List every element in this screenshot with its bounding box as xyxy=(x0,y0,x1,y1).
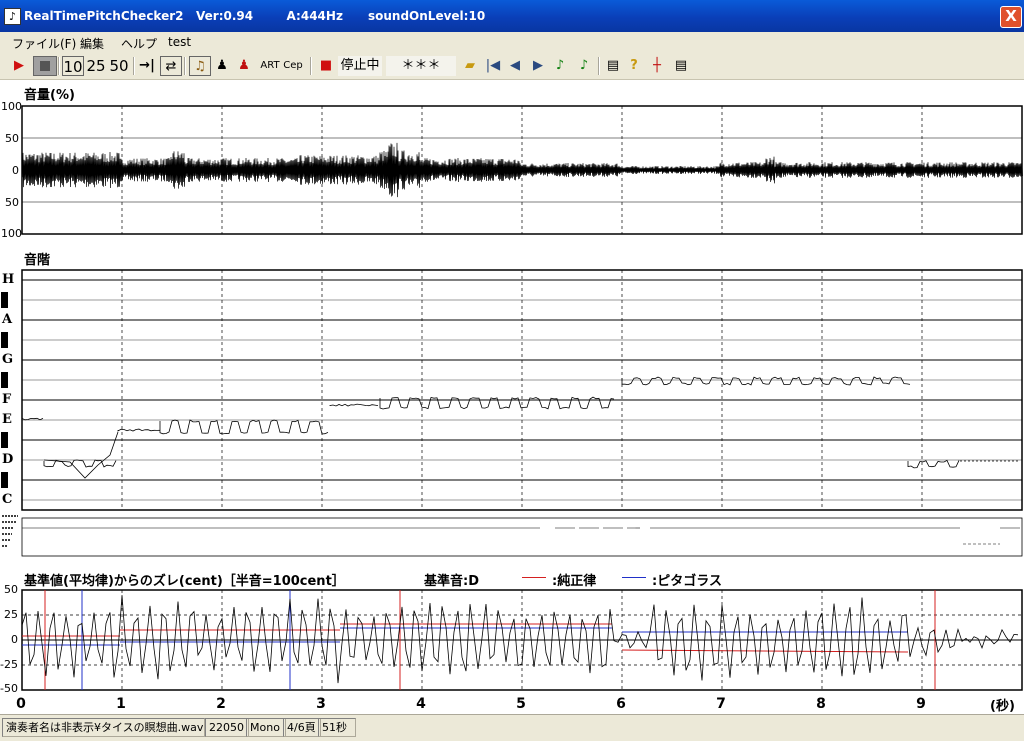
deviation-y-label: 0 xyxy=(11,633,18,646)
time-tick-label: 0 xyxy=(16,696,26,712)
scale-title: 音階 xyxy=(24,253,51,268)
next-page-icon[interactable]: ▶ xyxy=(530,56,546,76)
status-duration: 51秒 xyxy=(318,718,356,737)
just-legend-label: :純正律 xyxy=(552,574,597,589)
note-label: D xyxy=(2,452,14,467)
time-tick-label: 9 xyxy=(916,696,926,712)
status-rate: 22050 xyxy=(205,718,249,737)
menu-test[interactable]: test xyxy=(168,35,191,49)
note-green-icon[interactable]: ♪ xyxy=(552,56,568,76)
stop-button[interactable] xyxy=(33,56,57,76)
status-page: 4/6頁 xyxy=(283,718,321,737)
help-icon[interactable]: ? xyxy=(626,56,642,76)
note-marker xyxy=(1,472,8,488)
deviation-y-label: -25 xyxy=(0,658,18,671)
art-button[interactable]: ART xyxy=(259,56,281,76)
just-legend-swatch xyxy=(522,577,546,578)
time-tick-label: 4 xyxy=(416,696,426,712)
interval-25-button[interactable]: 25 xyxy=(86,56,106,76)
close-button[interactable]: X xyxy=(1000,6,1022,28)
deviation-y-label: 25 xyxy=(4,608,18,621)
time-tick-label: 5 xyxy=(516,696,526,712)
note-outline-icon[interactable]: ♪ xyxy=(576,56,592,76)
volume-y-label: 100 xyxy=(1,100,22,113)
note-label: E xyxy=(2,412,12,427)
deviation-y-label: -50 xyxy=(0,682,18,695)
time-tick-label: 2 xyxy=(216,696,226,712)
menu-edit[interactable]: 編集 xyxy=(80,35,104,52)
stop-icon xyxy=(40,61,50,71)
loop-icon[interactable]: ⇄ xyxy=(160,56,182,76)
interval-50-button[interactable]: 50 xyxy=(109,56,129,76)
note-marker xyxy=(1,332,8,348)
menu-bar: ファイル(F) 編集 ヘルプ test xyxy=(0,32,1024,52)
window-title: RealTimePitchChecker2 Ver:0.94 A:444Hz s… xyxy=(24,9,486,23)
person-black-icon[interactable]: ♟ xyxy=(214,56,230,76)
prev-page-icon[interactable]: ◀ xyxy=(507,56,523,76)
time-tick-label: 6 xyxy=(616,696,626,712)
status-display: 停止中 xyxy=(338,56,382,76)
app-icon[interactable]: ♪ xyxy=(4,8,21,25)
first-page-icon[interactable]: |◀ xyxy=(485,56,501,76)
volume-y-label: 100 xyxy=(1,227,22,240)
note-marker xyxy=(1,292,8,308)
violin-icon[interactable]: ♫ xyxy=(189,56,211,76)
base-note-label: 基準音:D xyxy=(424,574,479,589)
status-channels: Mono xyxy=(246,718,286,737)
menu-help[interactable]: ヘルプ xyxy=(121,35,157,52)
pythagorean-legend-swatch xyxy=(622,577,646,578)
note-display: ＊＊＊ xyxy=(386,56,456,76)
printer-icon[interactable]: ▤ xyxy=(604,56,622,76)
volume-y-label: 0 xyxy=(12,164,19,177)
title-bar: ♪ RealTimePitchChecker2 Ver:0.94 A:444Hz… xyxy=(0,0,1024,32)
volume-y-label: 50 xyxy=(5,132,19,145)
time-tick-label: 3 xyxy=(316,696,326,712)
skip-to-end-icon[interactable]: →| xyxy=(138,56,156,76)
note-label: A xyxy=(2,312,13,327)
volume-title: 音量(%) xyxy=(24,88,75,103)
note-label: F xyxy=(2,392,12,407)
note-marker xyxy=(1,432,8,448)
note-label: C xyxy=(2,492,13,507)
pythagorean-legend-label: :ピタゴラス xyxy=(652,574,722,589)
open-folder-icon[interactable]: ▰ xyxy=(461,56,479,76)
note-label: H xyxy=(2,272,15,287)
note-marker xyxy=(1,372,8,388)
status-bar: 演奏者名は非表示¥タイスの瞑想曲.wav 22050 Mono 4/6頁 51秒 xyxy=(0,714,1024,741)
note-label: G xyxy=(2,352,14,367)
time-unit-label: (秒) xyxy=(990,699,1015,714)
cep-button[interactable]: Cep xyxy=(283,56,303,76)
volume-y-label: 50 xyxy=(5,196,19,209)
toolbar: ▶ 10 25 50 →| ⇄ ♫ ♟ ♟ ART Cep ■ 停止中 ＊＊＊ … xyxy=(0,53,1024,80)
time-tick-label: 7 xyxy=(716,696,726,712)
deviation-title: 基準値(平均律)からのズレ(cent)［半音=100cent］ xyxy=(24,574,345,589)
deviation-y-label: 50 xyxy=(4,583,18,596)
person-red-icon[interactable]: ♟ xyxy=(236,56,252,76)
print-preview-icon[interactable]: ▤ xyxy=(672,56,690,76)
main-panel xyxy=(0,80,1024,714)
menu-file[interactable]: ファイル(F) xyxy=(12,35,76,52)
time-tick-label: 8 xyxy=(816,696,826,712)
record-icon[interactable]: ■ xyxy=(318,56,334,76)
interval-10-button[interactable]: 10 xyxy=(62,56,84,76)
time-tick-label: 1 xyxy=(116,696,126,712)
marker-icon[interactable]: ┼ xyxy=(648,56,666,76)
status-file: 演奏者名は非表示¥タイスの瞑想曲.wav xyxy=(2,718,205,737)
play-icon[interactable]: ▶ xyxy=(10,56,28,76)
